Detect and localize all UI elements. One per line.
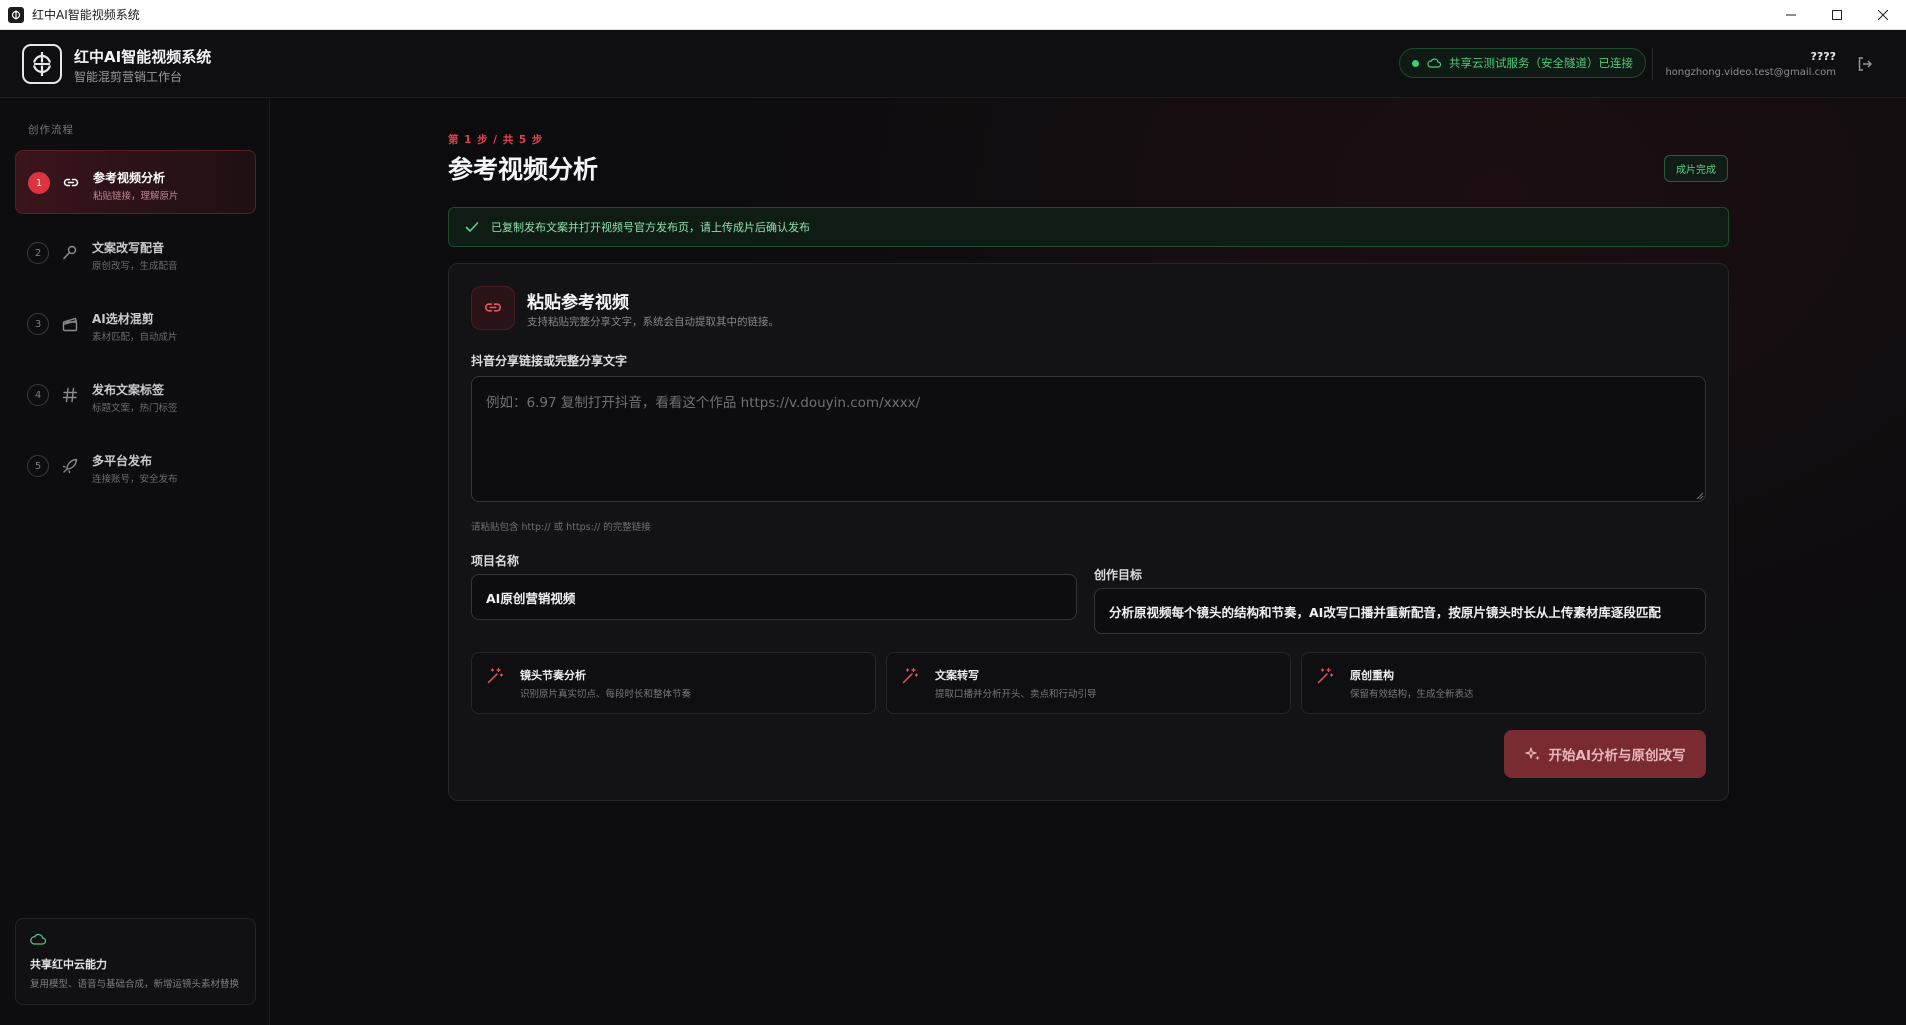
minimize-button[interactable]: [1768, 0, 1814, 30]
step-number: 2: [27, 242, 49, 264]
brand-subtitle: 智能混剪营销工作台: [74, 70, 183, 84]
step-number: 1: [28, 172, 50, 194]
status-dot: [1412, 59, 1419, 67]
step-label: AI选材混剪: [92, 312, 154, 326]
page-title: 参考视频分析: [448, 155, 599, 184]
check-icon: [465, 222, 479, 232]
reference-video-card: 粘贴参考视频 支持粘贴完整分享文字，系统会自动提取其中的链接。 抖音分享链接或完…: [448, 263, 1729, 801]
resize-grip-icon[interactable]: [1696, 492, 1704, 500]
feature-desc: 保留有效结构，生成全新表达: [1350, 689, 1474, 700]
feature-title: 文案转写: [935, 669, 979, 682]
step-label: 多平台发布: [92, 454, 153, 468]
app-icon: [8, 6, 24, 23]
close-button[interactable]: [1860, 0, 1906, 30]
feature-title: 原创重构: [1350, 669, 1394, 682]
feature-title: 镜头节奏分析: [520, 669, 586, 682]
step-number: 3: [27, 313, 49, 335]
feature-transcription: 文案转写 提取口播并分析开头、卖点和行动引导: [886, 652, 1291, 714]
cloud-status-badge: 共享云测试服务（安全隧道）已连接: [1399, 48, 1646, 78]
step-counter: 第 1 步 / 共 5 步: [448, 134, 544, 146]
cloud-card-desc: 复用模型、语音与基础合成，新增运镜头素材替换: [30, 979, 240, 990]
app-header: 红中AI智能视频系统 智能混剪营销工作台 共享云测试服务（安全隧道）已连接 ??…: [0, 30, 1906, 98]
sidebar-step-2[interactable]: 2 文案改写配音 原创改写，生成配音: [15, 221, 256, 285]
step-number: 5: [27, 455, 49, 477]
sidebar-step-3[interactable]: 3 AI选材混剪 素材匹配，自动成片: [15, 292, 256, 356]
feature-original-rebuild: 原创重构 保留有效结构，生成全新表达: [1301, 652, 1706, 714]
magic-wand-icon: [1317, 667, 1334, 684]
step-subtitle: 素材匹配，自动成片: [92, 332, 178, 343]
hash-icon: [62, 387, 78, 403]
magic-wand-icon: [902, 667, 919, 684]
step-label: 参考视频分析: [93, 171, 166, 185]
header-divider: [1652, 48, 1653, 80]
project-name-label: 项目名称: [471, 554, 520, 568]
sidebar-step-5[interactable]: 5 多平台发布 连接账号，安全发布: [15, 434, 256, 498]
user-name: ????: [1810, 50, 1836, 63]
magic-wand-icon: [487, 667, 504, 684]
window-titlebar: 红中AI智能视频系统: [0, 0, 1906, 30]
cloud-icon: [30, 933, 46, 945]
step-label: 文案改写配音: [92, 241, 165, 255]
creation-goal-input[interactable]: 分析原视频每个镜头的结构和节奏，AI改写口播并重新配音，按原片镜头时长从上传素材…: [1094, 588, 1706, 634]
start-button-label: 开始AI分析与原创改写: [1548, 748, 1686, 764]
maximize-button[interactable]: [1814, 0, 1860, 30]
feature-shot-rhythm: 镜头节奏分析 识别原片真实切点、每段时长和整体节奏: [471, 652, 876, 714]
link-hint: 请粘贴包含 http:// 或 https:// 的完整链接: [471, 522, 651, 533]
sidebar-step-1[interactable]: 1 参考视频分析 粘贴链接，理解原片: [15, 150, 256, 214]
logout-icon[interactable]: [1855, 54, 1875, 74]
cloud-status-text: 共享云测试服务（安全隧道）已连接: [1449, 56, 1633, 70]
sidebar: 创作流程 1 参考视频分析 粘贴链接，理解原片 2 文案改写配音 原创改写，生成…: [0, 98, 270, 1025]
main-content: 第 1 步 / 共 5 步 参考视频分析 成片完成 已复制发布文案并打开视频号官…: [270, 98, 1906, 1025]
cloud-card-title: 共享红中云能力: [30, 958, 107, 971]
link-field-label: 抖音分享链接或完整分享文字: [471, 354, 628, 368]
window-title: 红中AI智能视频系统: [32, 8, 140, 22]
step-subtitle: 粘贴链接，理解原片: [93, 191, 179, 202]
feature-desc: 识别原片真实切点、每段时长和整体节奏: [520, 689, 692, 700]
success-message: 已复制发布文案并打开视频号官方发布页，请上传成片后确认发布: [491, 221, 810, 234]
link-icon: [63, 178, 79, 187]
share-link-input[interactable]: [471, 376, 1706, 502]
brand-title: 红中AI智能视频系统: [74, 48, 212, 66]
step-subtitle: 标题文案，热门标签: [92, 403, 178, 414]
done-badge[interactable]: 成片完成: [1664, 155, 1728, 182]
brand-logo: [22, 44, 62, 84]
link-icon: [471, 286, 515, 330]
sidebar-step-4[interactable]: 4 发布文案标签 标题文案，热门标签: [15, 363, 256, 427]
step-label: 发布文案标签: [92, 383, 165, 397]
creation-goal-label: 创作目标: [1094, 568, 1143, 582]
project-name-input[interactable]: AI原创营销视频: [471, 574, 1077, 620]
shared-cloud-card: 共享红中云能力 复用模型、语音与基础合成，新增运镜头素材替换: [15, 918, 256, 1005]
rocket-icon: [62, 458, 78, 474]
sparkle-icon: [1524, 747, 1540, 761]
feature-desc: 提取口播并分析开头、卖点和行动引导: [935, 689, 1097, 700]
user-email: hongzhong.video.test@gmail.com: [1665, 67, 1836, 78]
card-subtitle: 支持粘贴完整分享文字，系统会自动提取其中的链接。: [527, 316, 779, 328]
step-subtitle: 原创改写，生成配音: [92, 261, 178, 272]
microphone-icon: [63, 245, 77, 260]
step-subtitle: 连接账号，安全发布: [92, 474, 178, 485]
cloud-icon: [1427, 58, 1441, 68]
card-title: 粘贴参考视频: [527, 293, 629, 313]
start-analysis-button[interactable]: 开始AI分析与原创改写: [1504, 730, 1706, 778]
sidebar-section-title: 创作流程: [28, 124, 74, 136]
clapperboard-icon: [62, 317, 78, 332]
step-number: 4: [27, 384, 49, 406]
success-banner: 已复制发布文案并打开视频号官方发布页，请上传成片后确认发布: [448, 207, 1729, 247]
